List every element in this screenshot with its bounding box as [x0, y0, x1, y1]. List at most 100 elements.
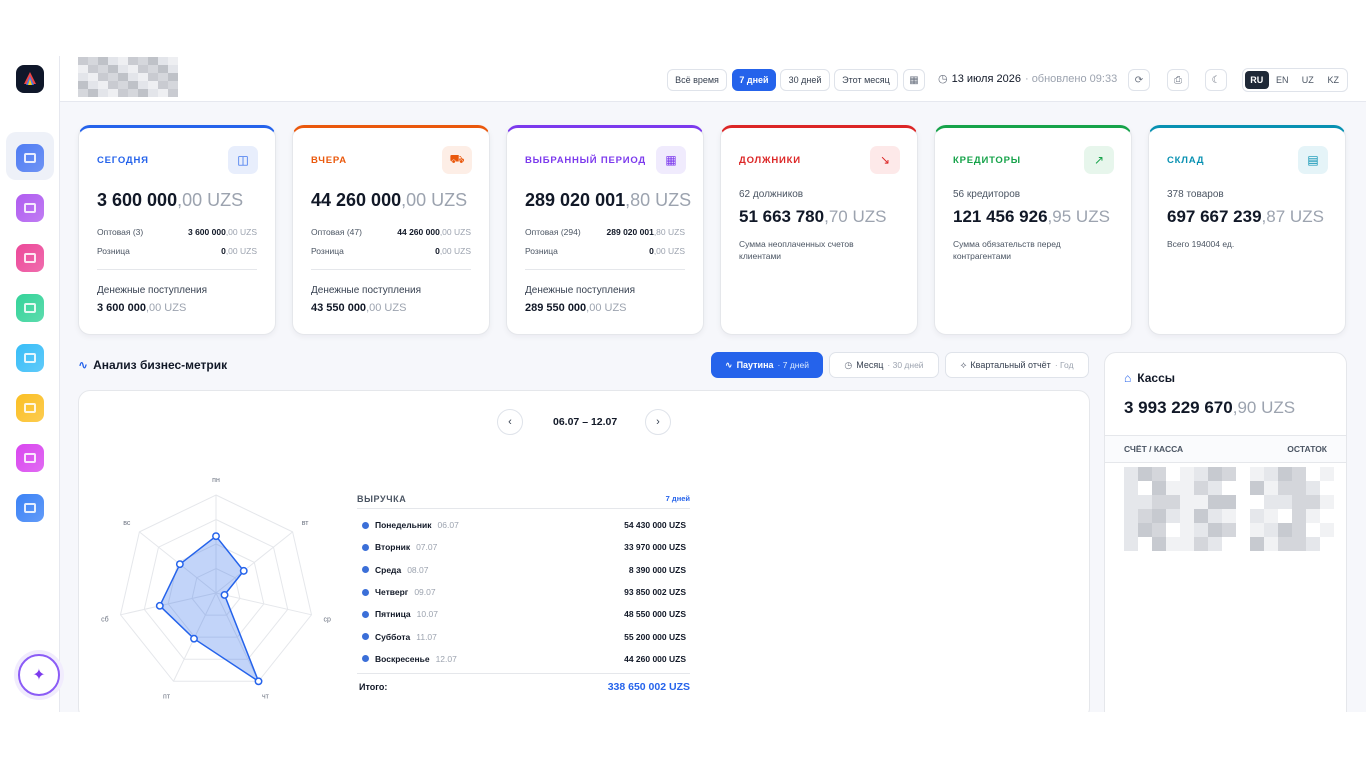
income-label: Денежные поступления — [525, 285, 636, 296]
card-value: 289 020 001,80 UZS — [525, 190, 691, 211]
sidebar-item-7[interactable] — [16, 444, 44, 472]
total-label: Итого: — [359, 681, 388, 692]
day-name: Суббота — [375, 631, 411, 642]
pixel-block — [1236, 467, 1250, 481]
theme-toggle[interactable]: ☾ — [1205, 69, 1227, 91]
lang-en[interactable]: EN — [1271, 71, 1295, 89]
pixel-block — [168, 57, 178, 65]
pixel-block — [1166, 509, 1180, 523]
lang-uz[interactable]: UZ — [1296, 71, 1320, 89]
pixel-block — [1278, 481, 1292, 495]
value-main: 3 600 000 — [97, 190, 178, 210]
card-note: Сумма неоплаченных счетов клиентами — [739, 239, 854, 261]
value-decimals: ,87 — [1261, 207, 1286, 226]
lang-ru[interactable]: RU — [1245, 71, 1269, 89]
day-date: 10.07 — [416, 609, 438, 620]
pixel-block — [168, 73, 178, 81]
stat-card-4[interactable]: ДОЛЖНИКИ ↘ 62 должников 51 663 780,70 UZS Су… — [720, 125, 918, 335]
stat-card-6[interactable]: СКЛАД ▤ 378 товаров 697 667 239,87 UZS Всего… — [1148, 125, 1346, 335]
language-switcher: RU EN UZ KZ — [1242, 68, 1348, 92]
logo-icon — [24, 72, 36, 85]
sidebar-item-8[interactable] — [16, 494, 44, 522]
radar-data-point — [212, 532, 220, 541]
day-value: 93 850 002 UZS — [624, 587, 686, 598]
next-week-button[interactable]: › — [645, 409, 671, 435]
pixel-block — [1264, 467, 1278, 481]
pixel-block — [1306, 495, 1320, 509]
sidebar-item-2[interactable] — [16, 194, 44, 222]
print-button[interactable]: ⎙ — [1167, 69, 1189, 91]
radar-axis-label: чт — [262, 694, 270, 701]
refresh-button[interactable]: ⟳ — [1128, 69, 1150, 91]
day-date: 12.07 — [435, 653, 457, 664]
pixel-block — [1264, 509, 1278, 523]
prev-week-button[interactable]: ‹ — [497, 409, 523, 435]
metrics-panel: ‹ 06.07 – 12.07 › пн вт ср чт пт сб вс ВЫРУЧКА… — [78, 390, 1090, 712]
sparkle-icon: ✦ — [32, 667, 46, 684]
archive-icon: ▤ — [1298, 146, 1328, 174]
value-decimals: ,95 — [1047, 207, 1072, 226]
calendar-button[interactable]: ▦ — [903, 69, 925, 91]
pixel-block — [1180, 467, 1194, 481]
pixel-block — [1222, 523, 1236, 537]
pixel-block — [1264, 537, 1278, 551]
card-title: КРЕДИТОРЫ — [953, 155, 1021, 166]
pixel-block — [128, 89, 138, 97]
pixel-block — [1278, 509, 1292, 523]
revenue-row: Среда 08.07 8 390 000 UZS — [357, 559, 690, 581]
pixel-block — [88, 73, 98, 81]
pixel-block — [1222, 481, 1236, 495]
tab-quarterly[interactable]: ⟡ Квартальный отчёт · Год — [945, 352, 1089, 378]
pixel-block — [1166, 495, 1180, 509]
lang-kz[interactable]: KZ — [1322, 71, 1346, 89]
pixel-block — [1222, 509, 1236, 523]
stat-card-3[interactable]: ВЫБРАННЫЙ ПЕРИОД ▦ 289 020 001,80 UZS Оптов… — [506, 125, 704, 335]
assistant-button[interactable]: ✦ — [18, 654, 60, 696]
day-date: 06.07 — [437, 520, 459, 531]
sidebar-item-4[interactable] — [16, 294, 44, 322]
sidebar-item-6[interactable] — [16, 394, 44, 422]
day-name: Четверг — [375, 587, 409, 598]
pixel-block — [1306, 509, 1320, 523]
pixel-block — [1250, 467, 1264, 481]
filter-30-days[interactable]: 30 дней — [780, 69, 830, 91]
sidebar-item-3[interactable] — [16, 244, 44, 272]
day-value: 54 430 000 UZS — [624, 520, 686, 531]
tab-spider[interactable]: ∿ Паутина · 7 дней — [711, 352, 823, 378]
pixel-block — [1264, 495, 1278, 509]
row-label: Оптовая (47) — [311, 227, 362, 237]
filter-this-month[interactable]: Этот месяц — [834, 69, 898, 91]
radar-data-point — [175, 560, 184, 569]
sidebar-item-1[interactable] — [16, 144, 44, 172]
radar-data-point — [239, 566, 248, 575]
day-name: Вторник — [375, 542, 411, 553]
day-value: 55 200 000 UZS — [624, 631, 686, 642]
pixel-block — [1222, 467, 1236, 481]
day-date: 09.07 — [414, 587, 436, 598]
app-logo[interactable] — [16, 65, 44, 93]
income-label: Денежные поступления — [311, 285, 422, 296]
cash-decimals: ,90 — [1232, 398, 1257, 417]
filter-7-days[interactable]: 7 дней — [732, 69, 776, 91]
tab-month[interactable]: ◷ Месяц · 30 дней — [829, 352, 939, 378]
pixel-block — [1236, 481, 1250, 495]
card-row: Оптовая (3) 3 600 000,00 UZS — [97, 227, 257, 237]
filter-all-time[interactable]: Всё время — [667, 69, 727, 91]
pixel-block — [1236, 509, 1250, 523]
pixel-block — [1194, 467, 1208, 481]
pixel-block — [1320, 481, 1334, 495]
pixel-block — [1236, 523, 1250, 537]
stat-card-5[interactable]: КРЕДИТОРЫ ↗ 56 кредиторов 121 456 926,95 UZ… — [934, 125, 1132, 335]
pixel-block — [1320, 523, 1334, 537]
series-dot — [362, 610, 369, 618]
pixel-block — [1194, 537, 1208, 551]
stat-card-1[interactable]: СЕГОДНЯ ◫ 3 600 000,00 UZS Оптовая (3) 3 600… — [78, 125, 276, 335]
stat-card-2[interactable]: ВЧЕРА ⛟ 44 260 000,00 UZS Оптовая (47) 44 26… — [292, 125, 490, 335]
cash-total: 3 993 229 670,90 UZS — [1124, 398, 1295, 418]
series-dot — [362, 655, 369, 663]
pixel-block — [158, 73, 168, 81]
pixel-block — [168, 81, 178, 89]
pixel-block — [1278, 467, 1292, 481]
row-label: Розница — [97, 246, 130, 256]
sidebar-item-5[interactable] — [16, 344, 44, 372]
